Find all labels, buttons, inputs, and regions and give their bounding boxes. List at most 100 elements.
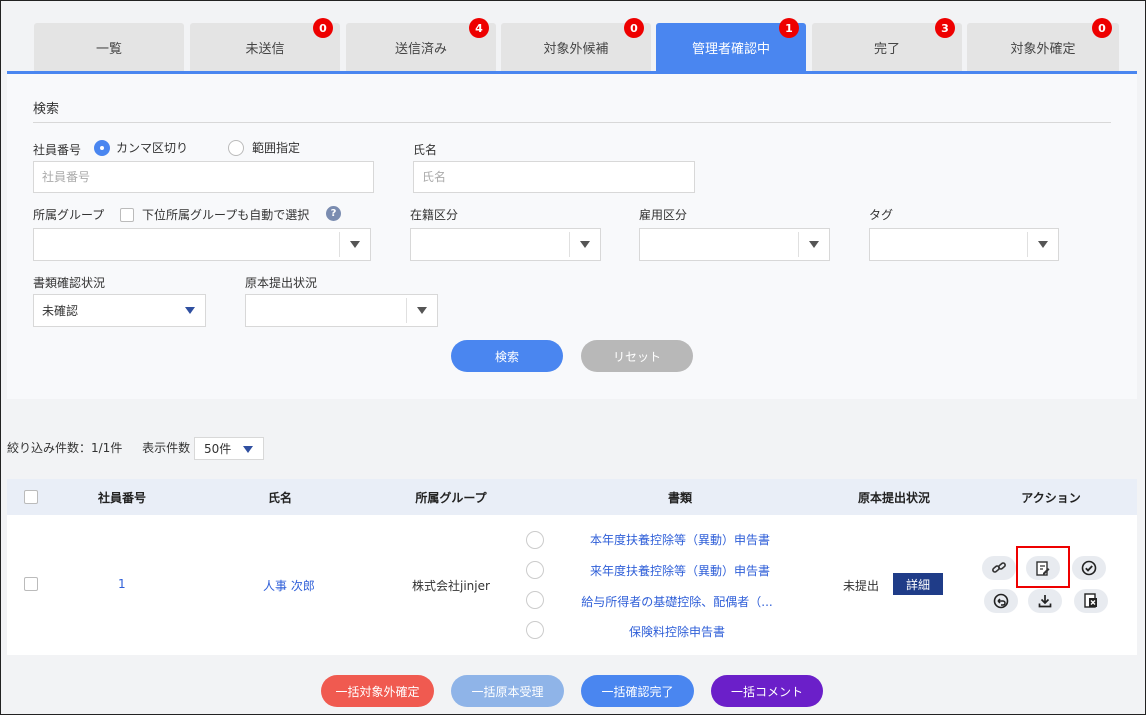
- employee-name-link[interactable]: 人事 次郎: [263, 577, 315, 594]
- employee-no-label: 社員番号: [33, 143, 82, 157]
- count-badge: 1: [779, 18, 799, 38]
- bulk-action-bar: 一括対象外確定 一括原本受理 一括確認完了 一括コメント: [7, 655, 1137, 710]
- app-window: 一覧 未送信 0 送信済み 4 対象外候補 0 管理者確認中 1 完了 3 対象…: [0, 0, 1146, 715]
- radio-comma-label: カンマ区切り: [116, 141, 189, 155]
- select-separator: [569, 232, 570, 257]
- result-count: 絞り込み件数：1/1件: [7, 441, 123, 455]
- search-button[interactable]: 検索: [451, 340, 563, 372]
- search-title: 検索: [33, 102, 60, 117]
- document-radio[interactable]: [526, 531, 544, 549]
- employee-no-input[interactable]: [33, 161, 374, 193]
- tab-label: 送信済み: [394, 41, 447, 57]
- bulk-confirm-button[interactable]: 一括確認完了: [581, 675, 694, 707]
- count-badge: 4: [469, 18, 489, 38]
- employment-select[interactable]: [639, 228, 830, 261]
- document-radio[interactable]: [526, 591, 544, 609]
- results-meta: 絞り込み件数：1/1件 表示件数: [7, 439, 190, 456]
- count-badge: 3: [935, 18, 955, 38]
- document-link[interactable]: 給与所得者の基礎控除、配偶者（...: [581, 593, 772, 610]
- tab-label: 管理者確認中: [691, 41, 770, 57]
- chevron-down-icon: [185, 307, 195, 314]
- radio-range[interactable]: 範囲指定: [228, 139, 300, 156]
- tab-sent[interactable]: 送信済み 4: [346, 18, 496, 71]
- radio-comma[interactable]: カンマ区切り: [94, 139, 188, 156]
- exclude-document-icon[interactable]: [1074, 589, 1108, 613]
- tab-exclusion-candidate[interactable]: 対象外候補 0: [501, 18, 651, 71]
- col-actions: アクション: [1021, 491, 1081, 505]
- employment-label: 雇用区分: [639, 208, 688, 222]
- chevron-down-icon: [1038, 241, 1048, 248]
- document-radio[interactable]: [526, 621, 544, 639]
- bulk-comment-button[interactable]: 一括コメント: [711, 675, 823, 707]
- select-separator: [1027, 232, 1028, 257]
- bulk-original-accept-button[interactable]: 一括原本受理: [451, 675, 564, 707]
- tag-label: タグ: [869, 208, 894, 222]
- chevron-down-icon: [809, 241, 819, 248]
- tab-label: 対象外確定: [1010, 41, 1076, 57]
- checkbox-icon: [120, 207, 134, 222]
- tab-all[interactable]: 一覧: [34, 23, 184, 71]
- col-name: 氏名: [267, 491, 293, 505]
- bulk-exclude-button[interactable]: 一括対象外確定: [321, 675, 434, 707]
- help-icon[interactable]: ?: [326, 206, 341, 221]
- select-separator: [406, 298, 407, 323]
- doc-status-select[interactable]: 未確認: [33, 294, 206, 327]
- radio-selected-icon: [94, 139, 110, 156]
- name-input[interactable]: [413, 161, 695, 193]
- status-tabs: 一覧 未送信 0 送信済み 4 対象外候補 0 管理者確認中 1 完了 3 対象…: [34, 18, 1119, 71]
- original-status-label: 原本提出状況: [245, 276, 318, 290]
- select-separator: [339, 232, 340, 257]
- select-all-checkbox[interactable]: [24, 490, 38, 504]
- row-checkbox[interactable]: [24, 577, 38, 591]
- count-badge: 0: [1092, 18, 1112, 38]
- enrollment-label: 在籍区分: [410, 208, 459, 222]
- employee-no-link[interactable]: 1: [118, 577, 126, 591]
- chevron-down-icon: [417, 307, 427, 314]
- count-badge: 0: [313, 18, 333, 38]
- tab-admin-review[interactable]: 管理者確認中 1: [656, 18, 806, 71]
- chevron-down-icon: [350, 241, 360, 248]
- doc-status-label: 書類確認状況: [33, 276, 106, 290]
- tab-complete[interactable]: 完了 3: [812, 18, 962, 71]
- table-header: 社員番号 氏名 所属グループ 書類 原本提出状況 アクション: [7, 479, 1137, 515]
- detail-button[interactable]: 詳細: [893, 573, 943, 595]
- sub-group-checkbox[interactable]: 下位所属グループも自動で選択: [120, 206, 309, 223]
- col-group: 所属グループ: [415, 491, 487, 505]
- tab-label: 未送信: [245, 41, 285, 57]
- group-select[interactable]: [33, 228, 371, 261]
- col-documents: 書類: [667, 491, 693, 505]
- original-status-select[interactable]: [245, 294, 438, 327]
- tab-label: 完了: [873, 41, 900, 57]
- group-label: 所属グループ: [33, 208, 105, 222]
- radio-unselected-icon: [228, 139, 244, 156]
- download-icon[interactable]: [1028, 589, 1062, 613]
- divider: [33, 122, 1111, 123]
- enrollment-select[interactable]: [410, 228, 601, 261]
- document-radio[interactable]: [526, 561, 544, 579]
- tag-select[interactable]: [869, 228, 1059, 261]
- document-link[interactable]: 来年度扶養控除等（異動）申告書: [590, 562, 770, 579]
- doc-status-value: 未確認: [42, 304, 79, 318]
- document-link[interactable]: 本年度扶養控除等（異動）申告書: [590, 531, 770, 548]
- original-status-value: 未提出: [843, 579, 880, 593]
- link-icon[interactable]: [982, 556, 1016, 580]
- tab-excluded[interactable]: 対象外確定 0: [967, 18, 1119, 71]
- search-panel: 検索 社員番号 カンマ区切り 範囲指定 氏名 所属グループ 下位所属グループも自…: [7, 74, 1137, 399]
- group-value: 株式会社jinjer: [412, 579, 490, 593]
- sub-group-checkbox-label: 下位所属グループも自動で選択: [142, 208, 310, 222]
- select-separator: [798, 232, 799, 257]
- col-original-status: 原本提出状況: [857, 491, 931, 505]
- document-link[interactable]: 保険料控除申告書: [629, 623, 725, 640]
- radio-range-label: 範囲指定: [252, 141, 301, 155]
- tab-label: 対象外候補: [543, 41, 609, 57]
- undo-icon[interactable]: [984, 589, 1018, 613]
- highlight-annotation: [1016, 546, 1070, 588]
- chevron-down-icon: [243, 446, 253, 453]
- tab-unsent[interactable]: 未送信 0: [190, 18, 340, 71]
- per-page-label: 表示件数: [142, 441, 191, 455]
- check-circle-icon[interactable]: [1072, 556, 1106, 580]
- table-row: 1 人事 次郎 株式会社jinjer 本年度扶養控除等（異動）申告書 来年度扶養…: [7, 515, 1137, 655]
- col-employee-no: 社員番号: [97, 491, 147, 505]
- per-page-select[interactable]: 50件: [194, 437, 264, 460]
- reset-button[interactable]: リセット: [581, 340, 693, 372]
